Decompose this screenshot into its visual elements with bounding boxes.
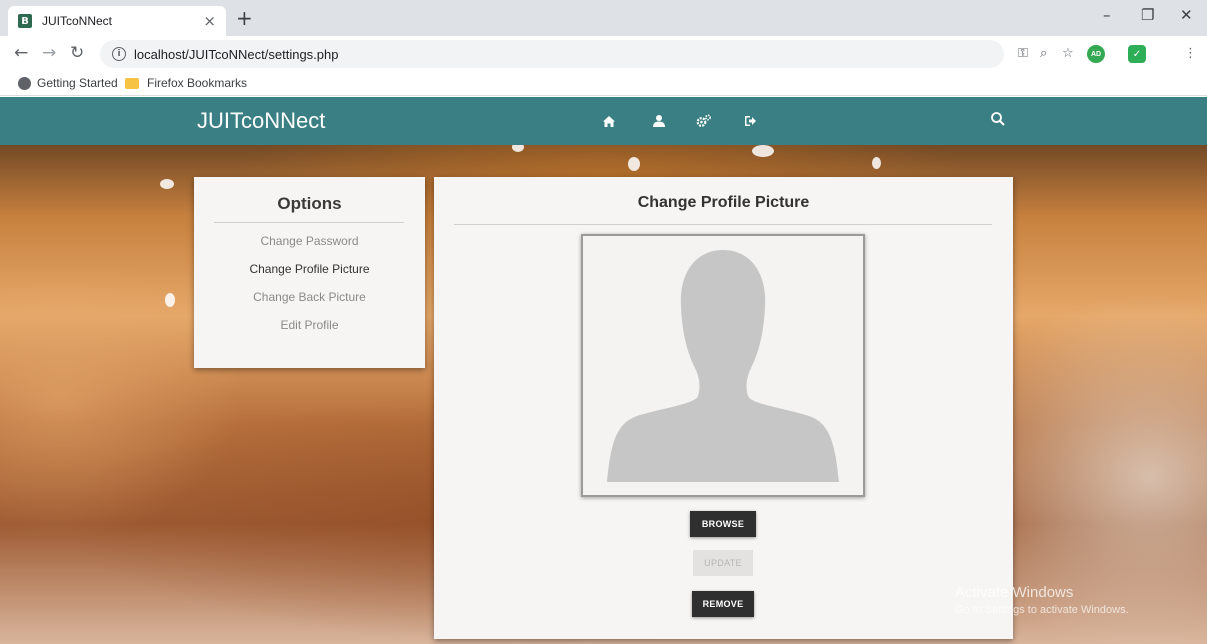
options-panel: Options Change Password Change Profile P… — [194, 177, 425, 368]
bookmarks-bar: Getting Started Firefox Bookmarks — [0, 72, 1207, 96]
bookmark-label: Getting Started — [37, 76, 118, 90]
droplet — [160, 179, 174, 189]
avatar-silhouette-icon — [607, 250, 839, 482]
option-edit-profile[interactable]: Edit Profile — [194, 318, 425, 332]
option-change-password[interactable]: Change Password — [194, 234, 425, 248]
droplet — [165, 293, 175, 307]
bookmark-label: Firefox Bookmarks — [147, 76, 248, 90]
profile-picture-preview — [581, 234, 865, 497]
globe-icon — [18, 76, 31, 90]
panel-title: Change Profile Picture — [637, 194, 810, 211]
logout-icon[interactable] — [741, 112, 759, 130]
forward-icon[interactable]: → — [42, 43, 56, 63]
search-icon[interactable] — [990, 111, 1008, 129]
droplet — [628, 157, 640, 171]
option-change-profile-picture[interactable]: Change Profile Picture — [194, 262, 425, 276]
browse-button[interactable]: BROWSE — [690, 511, 756, 537]
info-icon[interactable]: i — [112, 47, 126, 61]
folder-icon — [125, 77, 139, 89]
site-navbar: JUITcoNNect — [0, 97, 1207, 145]
back-icon[interactable]: ← — [14, 43, 28, 63]
update-button[interactable]: UPDATE — [693, 550, 753, 576]
close-tab-icon[interactable]: × — [203, 12, 216, 30]
browser-tab-bar: B JUITcoNNect × + – ❐ ✕ — [0, 0, 1207, 36]
tab-title: JUITcoNNect — [42, 14, 113, 28]
browser-tab[interactable]: B JUITcoNNect × — [8, 6, 226, 36]
url-input[interactable]: i localhost/JUITcoNNect/settings.php — [100, 40, 1004, 68]
minimize-icon[interactable]: – — [1103, 6, 1111, 24]
droplet — [872, 157, 881, 169]
activate-windows-subtitle: Go to Settings to activate Windows. — [955, 604, 1129, 616]
activate-windows-title: Activate Windows — [955, 584, 1074, 601]
menu-icon[interactable]: ⋮ — [1184, 46, 1197, 61]
divider — [454, 224, 992, 225]
home-icon[interactable] — [600, 112, 618, 130]
divider — [214, 222, 404, 223]
shield-icon[interactable]: ✓ — [1128, 45, 1146, 63]
new-tab-icon[interactable]: + — [236, 6, 253, 30]
key-icon[interactable]: ⚿ — [1018, 46, 1028, 61]
reload-icon[interactable]: ↻ — [70, 43, 84, 63]
droplet — [752, 145, 774, 157]
address-bar: ← → ↻ i localhost/JUITcoNNect/settings.p… — [0, 36, 1207, 72]
remove-button[interactable]: REMOVE — [692, 591, 754, 617]
settings-icon[interactable] — [695, 112, 713, 130]
page-background: JUITcoNNect Options Change Password Chan… — [0, 97, 1207, 644]
option-change-back-picture[interactable]: Change Back Picture — [194, 290, 425, 304]
star-icon[interactable]: ☆ — [1062, 46, 1074, 61]
window-close-icon[interactable]: ✕ — [1180, 6, 1193, 24]
favicon-icon: B — [18, 14, 32, 28]
options-title: Options — [277, 194, 342, 213]
site-brand[interactable]: JUITcoNNect — [197, 108, 325, 134]
bookmark-firefox[interactable]: Firefox Bookmarks — [125, 76, 247, 90]
zoom-icon[interactable]: ⌕ — [1040, 46, 1047, 61]
bookmark-getting-started[interactable]: Getting Started — [18, 76, 118, 90]
extension-avatar-icon[interactable]: AD — [1087, 45, 1105, 63]
url-text: localhost/JUITcoNNect/settings.php — [134, 46, 339, 62]
user-icon[interactable] — [650, 112, 668, 130]
change-profile-picture-panel: Change Profile Picture BROWSE UPDATE REM… — [434, 177, 1013, 639]
restore-icon[interactable]: ❐ — [1141, 6, 1154, 24]
